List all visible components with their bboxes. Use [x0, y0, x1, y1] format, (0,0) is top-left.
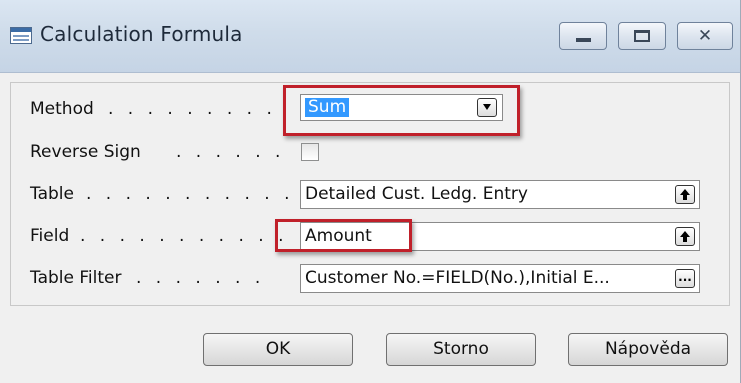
table-label: Table: [30, 184, 74, 204]
cancel-button[interactable]: Storno: [386, 333, 536, 366]
table-lookup-button[interactable]: [675, 185, 695, 204]
table-filter-input[interactable]: Customer No.=FIELD(No.),Initial E... ...: [300, 264, 700, 293]
arrow-up-icon: [680, 231, 690, 242]
chevron-down-icon[interactable]: [477, 98, 497, 117]
help-button[interactable]: Nápověda: [568, 333, 728, 366]
minimize-icon: [576, 38, 591, 42]
field-label: Field: [30, 226, 70, 246]
method-value: Sum: [305, 98, 350, 117]
calculation-formula-window: Calculation Formula ✕ Method . . . . . .…: [0, 0, 741, 383]
table-filter-assist-button[interactable]: ...: [675, 269, 695, 288]
arrow-up-icon: [680, 189, 690, 200]
minimize-button[interactable]: [559, 22, 607, 50]
method-select[interactable]: Sum: [300, 94, 503, 121]
ok-button[interactable]: OK: [203, 333, 353, 366]
ellipsis-icon: ...: [678, 270, 692, 284]
maximize-icon: [634, 30, 650, 42]
maximize-button[interactable]: [618, 22, 666, 50]
table-filter-label: Table Filter: [30, 268, 122, 288]
field-lookup-button[interactable]: [675, 227, 695, 246]
window-title: Calculation Formula: [40, 22, 243, 46]
method-leader-dots: . . . . . . . . .: [108, 99, 277, 119]
field-input[interactable]: Amount: [300, 222, 700, 251]
table-leader-dots: . . . . . . . . . . .: [86, 184, 294, 204]
close-button[interactable]: ✕: [677, 22, 733, 50]
reverse-sign-leader-dots: . . . . . .: [176, 142, 285, 162]
table-value: Detailed Cust. Ledg. Entry: [305, 184, 528, 204]
reverse-sign-checkbox[interactable]: [301, 143, 319, 161]
field-value: Amount: [305, 226, 372, 246]
form-icon: [10, 27, 32, 44]
close-icon: ✕: [697, 26, 713, 46]
reverse-sign-label: Reverse Sign: [30, 142, 141, 162]
table-input[interactable]: Detailed Cust. Ledg. Entry: [300, 180, 700, 209]
field-leader-dots: . . . . . . . . . . .: [80, 226, 288, 246]
table-filter-leader-dots: . . . . . . .: [136, 268, 265, 288]
method-label: Method: [30, 99, 94, 119]
table-filter-value: Customer No.=FIELD(No.),Initial E...: [305, 268, 610, 288]
title-bar[interactable]: Calculation Formula ✕: [0, 0, 740, 73]
